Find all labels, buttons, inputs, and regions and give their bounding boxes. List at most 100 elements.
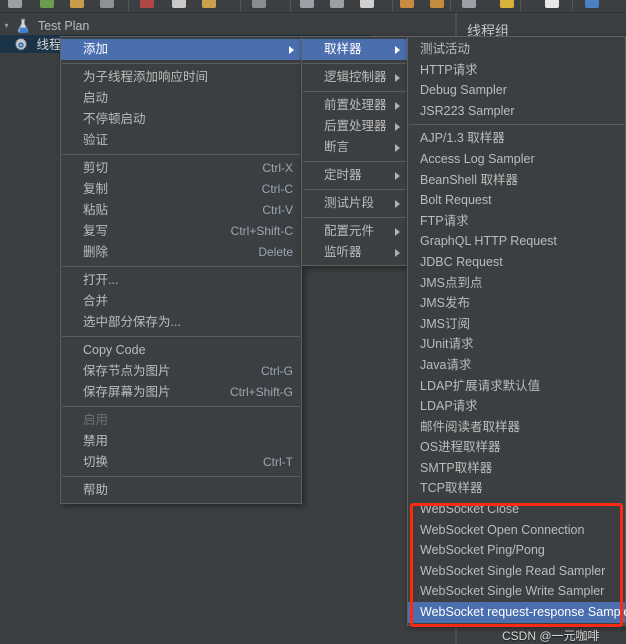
menu-item-label: OS进程取样器: [420, 440, 501, 455]
menu-item[interactable]: WebSocket Single Read Sampler: [408, 561, 625, 582]
menu-item-label: 帮助: [83, 483, 109, 497]
menu-item[interactable]: 切换 Ctrl-T: [61, 452, 301, 473]
menu-item[interactable]: JMS点到点: [408, 273, 625, 294]
menu-item[interactable]: 选中部分保存为...: [61, 312, 301, 333]
menu-item[interactable]: SMTP取样器: [408, 458, 625, 479]
menu-item[interactable]: 前置处理器: [302, 95, 407, 116]
menu-item[interactable]: Bolt Request: [408, 190, 625, 211]
menu-item[interactable]: WebSocket Ping/Pong: [408, 540, 625, 561]
menu-item[interactable]: 断言: [302, 137, 407, 158]
menu-item[interactable]: JSR223 Sampler: [408, 101, 625, 122]
menu-item-label: 测试活动: [420, 42, 471, 56]
menu-item[interactable]: Java请求: [408, 355, 625, 376]
menu-item[interactable]: JUnit请求: [408, 334, 625, 355]
paste-icon[interactable]: [202, 0, 216, 8]
menu-item[interactable]: 复写 Ctrl+Shift-C: [61, 221, 301, 242]
new-icon[interactable]: [8, 0, 22, 8]
menu-item[interactable]: 测试活动: [408, 39, 625, 60]
chevron-right-icon: [395, 74, 400, 82]
menu-item-label: LDAP扩展请求默认值: [420, 378, 541, 393]
menu-item[interactable]: 启动: [61, 88, 301, 109]
menu-separator: [62, 63, 300, 64]
menu-item[interactable]: Copy Code: [61, 340, 301, 361]
menu-item-label: 取样器: [324, 42, 362, 56]
menu-item[interactable]: WebSocket Single Write Sampler: [408, 581, 625, 602]
chevron-down-icon[interactable]: ▾: [0, 17, 13, 35]
menu-item[interactable]: JMS发布: [408, 293, 625, 314]
menu-item[interactable]: 帮助: [61, 480, 301, 501]
menu-item[interactable]: JMS订阅: [408, 314, 625, 335]
menu-separator: [62, 406, 300, 407]
menu-item[interactable]: 保存屏幕为图片 Ctrl+Shift-G: [61, 382, 301, 403]
menu-item[interactable]: 剪切 Ctrl-X: [61, 158, 301, 179]
menu-item[interactable]: 禁用: [61, 431, 301, 452]
menu-item[interactable]: 为子线程添加响应时间: [61, 67, 301, 88]
menu-item[interactable]: AJP/1.3 取样器: [408, 128, 625, 149]
menu-item-label: 保存屏幕为图片: [83, 385, 171, 399]
clear-icon[interactable]: [252, 0, 266, 8]
menu-item[interactable]: Access Log Sampler: [408, 149, 625, 170]
chevron-right-icon: [395, 102, 400, 110]
menu-item[interactable]: LDAP扩展请求默认值: [408, 376, 625, 397]
menu-item[interactable]: 监听器: [302, 242, 407, 263]
menu-item[interactable]: 复制 Ctrl-C: [61, 179, 301, 200]
collapse-icon[interactable]: [330, 0, 344, 8]
search-icon[interactable]: [585, 0, 599, 8]
menu-item[interactable]: 不停顿启动: [61, 109, 301, 130]
menu-item-shortcut: Ctrl-C: [261, 182, 293, 196]
menu-item[interactable]: 邮件阅读者取样器: [408, 417, 625, 438]
menu-item[interactable]: 取样器: [302, 39, 407, 60]
add-submenu[interactable]: 取样器逻辑控制器前置处理器 后置处理器 断言定时器测试片段配置元件 监听器: [301, 36, 408, 266]
menu-item[interactable]: JDBC Request: [408, 252, 625, 273]
chevron-right-icon: [395, 144, 400, 152]
menu-item[interactable]: 启用: [61, 410, 301, 431]
start-no-pause-icon[interactable]: [430, 0, 444, 8]
menu-item[interactable]: 粘贴 Ctrl-V: [61, 200, 301, 221]
menu-item[interactable]: 保存节点为图片 Ctrl-G: [61, 361, 301, 382]
open-icon[interactable]: [70, 0, 84, 8]
menu-item[interactable]: TCP取样器: [408, 478, 625, 499]
stop-icon[interactable]: [462, 0, 476, 8]
node-context-menu[interactable]: 添加为子线程添加响应时间启动 不停顿启动 验证剪切 Ctrl-X 复制 Ctrl-C 粘贴 C…: [60, 36, 302, 504]
menu-item-label: JUnit请求: [420, 337, 474, 352]
clear-all-icon[interactable]: [545, 0, 559, 8]
menu-item[interactable]: OS进程取样器: [408, 437, 625, 458]
menu-item[interactable]: 打开...: [61, 270, 301, 291]
menu-item[interactable]: WebSocket request-response Sampler: [408, 602, 626, 623]
template-icon[interactable]: [40, 0, 54, 8]
menu-item[interactable]: HTTP请求: [408, 60, 625, 81]
menu-item[interactable]: 合并: [61, 291, 301, 312]
menu-item[interactable]: 测试片段: [302, 193, 407, 214]
toolbar[interactable]: [0, 0, 626, 13]
start-icon[interactable]: [400, 0, 414, 8]
save-icon[interactable]: [100, 0, 114, 8]
menu-item[interactable]: WebSocket Close: [408, 499, 625, 520]
menu-item[interactable]: 删除 Delete: [61, 242, 301, 263]
expand-icon[interactable]: [300, 0, 314, 8]
menu-separator: [303, 91, 406, 92]
menu-item[interactable]: 验证: [61, 130, 301, 151]
menu-item-label: JMS点到点: [420, 275, 483, 290]
cut-icon[interactable]: [140, 0, 154, 8]
menu-item[interactable]: WebSocket Open Connection: [408, 520, 625, 541]
menu-item[interactable]: BeanShell 取样器: [408, 170, 625, 191]
shutdown-icon[interactable]: [500, 0, 514, 8]
menu-item[interactable]: Debug Sampler: [408, 80, 625, 101]
menu-item[interactable]: GraphQL HTTP Request: [408, 231, 625, 252]
menu-item[interactable]: 添加: [61, 39, 301, 60]
menu-separator: [409, 124, 624, 126]
menu-item-label: 切换: [83, 455, 109, 469]
menu-item[interactable]: FTP请求: [408, 211, 625, 232]
sampler-submenu[interactable]: 测试活动 HTTP请求 Debug Sampler JSR223 Sampler AJP…: [407, 36, 626, 626]
menu-item[interactable]: 后置处理器: [302, 116, 407, 137]
menu-item-label: 添加: [83, 42, 109, 56]
menu-item[interactable]: 定时器: [302, 165, 407, 186]
menu-item-label: 为子线程添加响应时间: [83, 70, 209, 84]
menu-item[interactable]: LDAP请求: [408, 396, 625, 417]
tree-item-test-plan[interactable]: ▾ Test Plan: [0, 16, 455, 34]
menu-item[interactable]: 逻辑控制器: [302, 67, 407, 88]
copy-icon[interactable]: [172, 0, 186, 8]
toolbar-separator: [572, 0, 573, 11]
toggle-icon[interactable]: [360, 0, 374, 8]
menu-item[interactable]: 配置元件: [302, 221, 407, 242]
